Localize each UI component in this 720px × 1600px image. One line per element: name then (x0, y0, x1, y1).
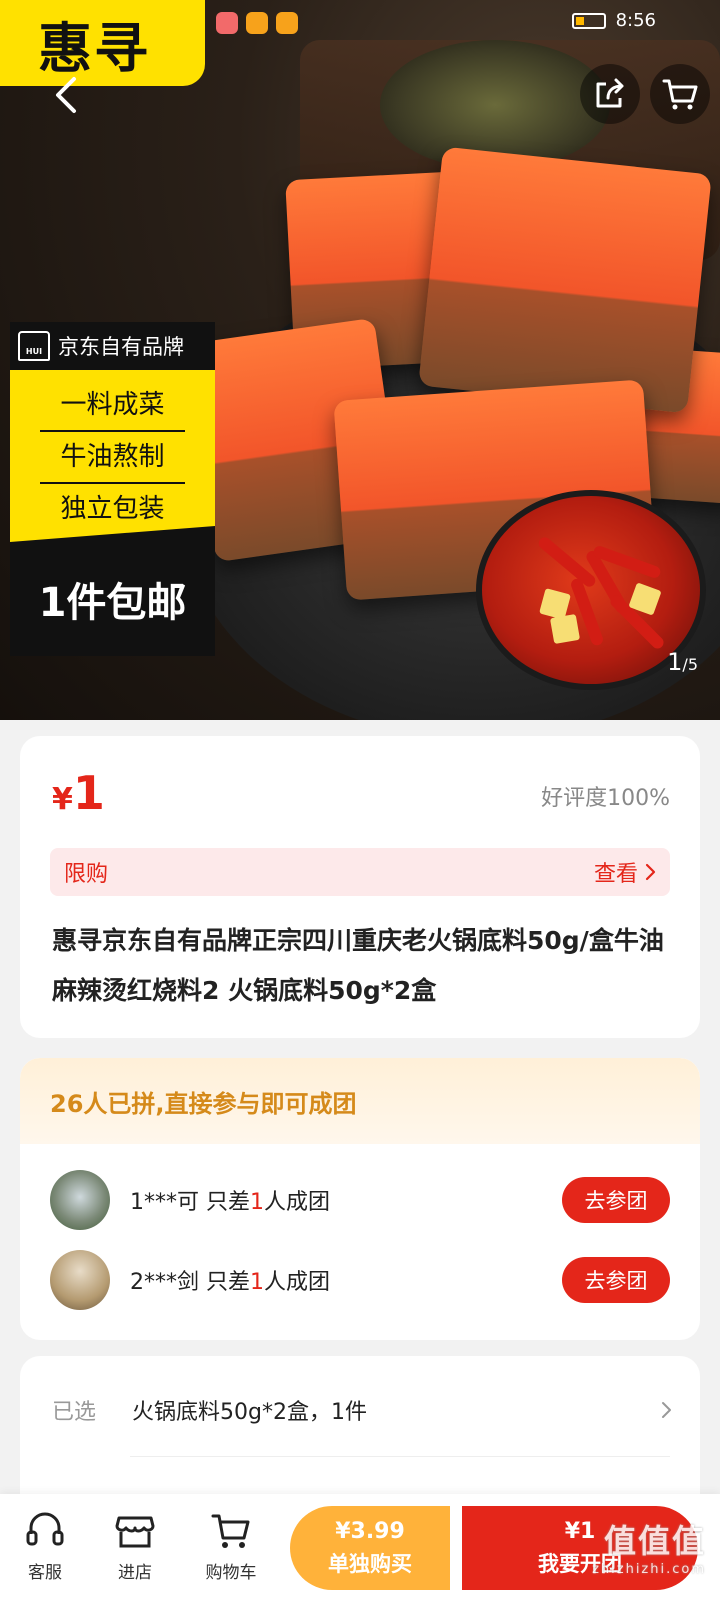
solo-price: ¥3.99 (335, 1518, 405, 1544)
customer-service-button[interactable]: 客服 (10, 1508, 80, 1583)
image-page-indicator: 1/5 (667, 648, 698, 676)
selected-value: 火锅底料50g*2盒，1件 (132, 1400, 367, 1425)
brand-label: 京东自有品牌 (58, 335, 184, 359)
cart-label: 购物车 (205, 1563, 257, 1583)
chevron-right-icon (662, 1402, 671, 1418)
group-status: 1***可 只差1人成团 (130, 1184, 330, 1216)
watermark-site: zhizhizhi.com (592, 1562, 706, 1577)
group-need-count: 1 (250, 1190, 265, 1215)
headset-icon (26, 1512, 64, 1546)
solo-label: 单独购买 (328, 1551, 412, 1576)
product-title: 惠寻京东自有品牌正宗四川重庆老火锅底料50g/盒牛油麻辣烫红烧料2 火锅底料50… (52, 926, 664, 1005)
indicator-current: 1 (667, 648, 683, 676)
group-status: 2***剑 只差1人成团 (130, 1264, 330, 1296)
app-icon (246, 12, 268, 34)
product-info-card: ¥1 好评度100% 限购 查看 惠寻京东自有品牌正宗四川重庆老火锅底料50g/… (20, 736, 700, 1038)
group-need-pre: 只差 (206, 1190, 251, 1215)
price-value: 1 (72, 766, 105, 820)
view-limit-label: 查看 (593, 862, 638, 887)
share-button[interactable] (580, 64, 640, 124)
group-user: 2***剑 (130, 1270, 199, 1295)
watermark: 值值值 zhizhizhi.com (592, 1516, 706, 1577)
join-group-button[interactable]: 去参团 (562, 1177, 670, 1223)
selected-spec-row[interactable]: 已选 火锅底料50g*2盒，1件 (52, 1386, 672, 1434)
free-shipping-label: 1件包邮 (10, 526, 215, 656)
purchase-limit-bar[interactable]: 限购 查看 (50, 848, 670, 896)
chevron-right-icon (645, 863, 656, 881)
group-need-count: 1 (250, 1270, 265, 1295)
promo-tag: HUI 京东自有品牌 一料成菜 牛油熬制 独立包装 1件包邮 (10, 322, 215, 656)
feature-item: 牛油熬制 (40, 432, 185, 484)
store-label: 进店 (118, 1563, 152, 1583)
price-currency: ¥ (52, 782, 73, 817)
cart-icon (211, 1514, 250, 1548)
buy-alone-button[interactable]: ¥3.99 单独购买 (290, 1506, 450, 1590)
avatar (50, 1250, 110, 1310)
share-icon (596, 78, 624, 108)
cart-nav-button[interactable]: 购物车 (196, 1508, 266, 1583)
selected-label: 已选 (52, 1400, 97, 1425)
cart-button[interactable] (650, 64, 710, 124)
group-row: 2***剑 只差1人成团 去参团 (50, 1248, 670, 1312)
status-notification-icons (216, 12, 298, 34)
group-buy-card: 26人已拼,直接参与即可成团 1***可 只差1人成团 去参团 2***剑 只差… (20, 1058, 700, 1340)
chevron-left-icon (56, 77, 76, 113)
avatar (50, 1170, 110, 1230)
brand-label-row: HUI 京东自有品牌 (10, 322, 215, 370)
price: ¥1 (52, 766, 105, 820)
hotpot-base-block (418, 146, 712, 414)
group-user: 1***可 (130, 1190, 199, 1215)
status-bar-right: 8:56 (571, 10, 656, 31)
customer-service-label: 客服 (28, 1563, 62, 1583)
battery-icon (571, 12, 606, 29)
indicator-total: /5 (682, 655, 698, 674)
back-button[interactable] (38, 68, 92, 122)
group-buy-header: 26人已拼,直接参与即可成团 (20, 1058, 700, 1144)
rating-text: 好评度100% (541, 786, 670, 811)
store-icon (115, 1516, 155, 1548)
mail-app-icon (216, 12, 238, 34)
view-limit-link[interactable]: 查看 (594, 856, 656, 888)
group-need-post: 人成团 (264, 1270, 331, 1295)
store-icon: HUI (18, 331, 50, 361)
divider (130, 1456, 670, 1457)
group-row: 1***可 只差1人成团 去参团 (50, 1168, 670, 1232)
status-time: 8:56 (615, 10, 656, 31)
cart-icon (662, 79, 698, 110)
feature-item: 一料成菜 (40, 380, 185, 432)
brand-logo: 惠寻 (0, 0, 205, 86)
group-need-post: 人成团 (264, 1190, 331, 1215)
purchase-limit-label: 限购 (64, 862, 109, 887)
selection-card: 已选 火锅底料50g*2盒，1件 (20, 1356, 700, 1516)
watermark-mark: 值值值 (603, 1522, 706, 1560)
join-group-button[interactable]: 去参团 (562, 1257, 670, 1303)
group-need-pre: 只差 (206, 1270, 251, 1295)
store-button[interactable]: 进店 (100, 1508, 170, 1583)
group-price: ¥1 (564, 1518, 596, 1544)
coffee-app-icon (276, 12, 298, 34)
peppercorn-bowl (380, 40, 610, 170)
